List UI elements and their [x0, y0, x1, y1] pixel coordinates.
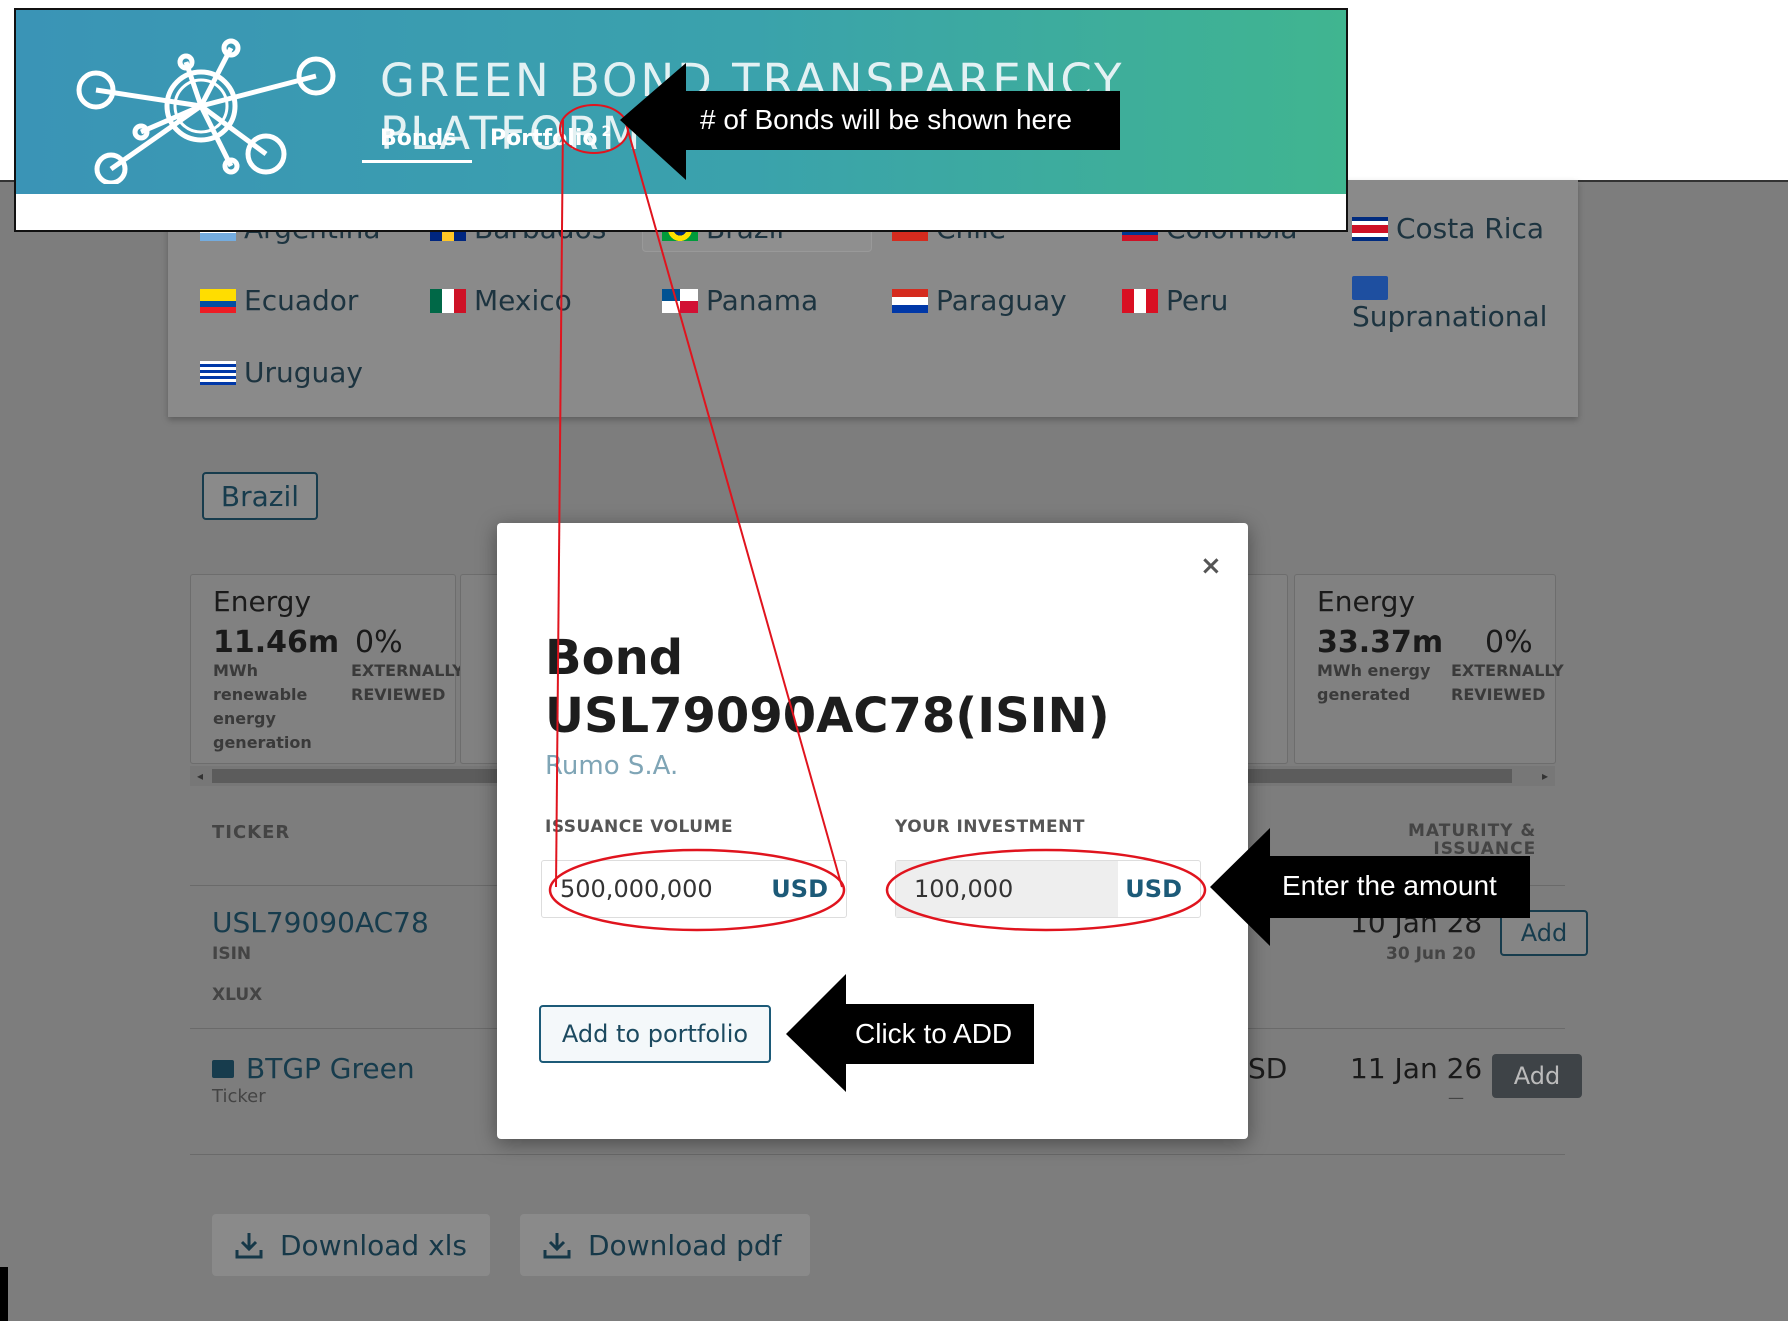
flag-costa-rica-icon	[1352, 216, 1388, 241]
flag-paraguay-icon	[892, 288, 928, 313]
close-icon[interactable]: ×	[1200, 551, 1222, 581]
country-label: Paraguay	[936, 284, 1067, 317]
ticker-label: BTGP Green	[246, 1052, 415, 1085]
download-label: Download pdf	[588, 1228, 782, 1262]
flag-uruguay-icon	[200, 360, 236, 385]
country-label: Ecuador	[244, 284, 359, 317]
issuance-volume-field: 500,000,000 USD	[541, 860, 847, 918]
stat-percent: 0%	[1485, 625, 1533, 660]
ticker-link[interactable]: BTGP Green	[212, 1052, 415, 1085]
stat-percent-label: EXTERNALLY REVIEWED	[351, 661, 464, 704]
download-icon	[235, 1233, 263, 1259]
stat-percent-label: EXTERNALLY REVIEWED	[1451, 661, 1564, 704]
table-divider	[190, 1154, 1565, 1155]
stat-unit: MWh renewable energy generation	[213, 661, 312, 752]
issuance-volume-value: 500,000,000	[560, 875, 713, 903]
country-label: Peru	[1166, 284, 1229, 317]
briefcase-icon	[212, 1059, 234, 1078]
flag-mexico-icon	[430, 288, 466, 313]
country-ecuador[interactable]: Ecuador	[200, 284, 358, 317]
modal-title: Bond USL79090AC78(ISIN)	[545, 629, 1165, 745]
country-label: Mexico	[474, 284, 572, 317]
country-costa-rica[interactable]: Costa Rica	[1352, 212, 1544, 245]
column-header-ticker: TICKER	[212, 822, 291, 843]
ticker-type: Ticker	[212, 1086, 266, 1107]
download-xls-button[interactable]: Download xls	[212, 1214, 490, 1276]
download-icon	[543, 1233, 571, 1259]
stat-card: Energy 11.46m MWh renewable energy gener…	[190, 574, 464, 764]
issuer-name: Rumo S.A.	[545, 751, 679, 781]
stat-unit: MWh energy generated	[1317, 661, 1431, 704]
country-paraguay[interactable]: Paraguay	[892, 284, 1067, 317]
nav-tab-bonds[interactable]: Bonds	[380, 126, 456, 151]
portfolio-count-badge: 2	[601, 124, 612, 140]
flag-panama-icon	[662, 288, 698, 313]
stat-value: 33.37m	[1317, 625, 1444, 660]
add-to-portfolio-button[interactable]: Add to portfolio	[539, 1005, 771, 1063]
country-label: Uruguay	[244, 356, 363, 389]
country-label: Panama	[706, 284, 819, 317]
header-banner: GREEN BOND TRANSPARENCY PLATFORM Bonds P…	[16, 10, 1346, 194]
stat-sector: Energy	[213, 585, 312, 618]
country-supranational[interactable]: Supranational	[1352, 276, 1547, 333]
investment-amount-input[interactable]: 100,000	[896, 861, 1118, 917]
stat-percent: 0%	[355, 625, 403, 660]
download-label: Download xls	[280, 1228, 468, 1262]
country-peru[interactable]: Peru	[1122, 284, 1228, 317]
portfolio-label: Portfolio	[490, 126, 598, 151]
stat-value: 11.46m	[213, 625, 340, 660]
investment-currency: USD	[1125, 875, 1182, 903]
nav-tab-portfolio[interactable]: Portfolio 2	[490, 124, 612, 151]
investment-field: 100,000 USD	[895, 860, 1201, 918]
callout-text-click-add: Click to ADD	[855, 1018, 1013, 1049]
add-bond-button[interactable]: Add	[1492, 1054, 1582, 1098]
country-panama[interactable]: Panama	[662, 284, 818, 317]
add-bond-button[interactable]: Add	[1500, 910, 1588, 956]
investment-value: 100,000	[914, 875, 1014, 903]
network-logo-icon	[76, 38, 336, 184]
issuance-date: 30 Jun 20	[1386, 944, 1476, 964]
country-label: Costa Rica	[1396, 212, 1545, 245]
issuance-date: —	[1448, 1088, 1464, 1107]
country-uruguay[interactable]: Uruguay	[200, 356, 363, 389]
country-mexico[interactable]: Mexico	[430, 284, 572, 317]
stat-card: Energy 33.37m MWh energy generated 0% EX…	[1294, 574, 1564, 764]
callout-text-enter-amount: Enter the amount	[1282, 870, 1497, 901]
investment-label: YOUR INVESTMENT	[895, 817, 1085, 837]
ticker-link[interactable]: USL79090AC78	[212, 906, 429, 939]
corner-artifact	[0, 1267, 8, 1321]
download-pdf-button[interactable]: Download pdf	[520, 1214, 810, 1276]
site-header: GREEN BOND TRANSPARENCY PLATFORM Bonds P…	[14, 8, 1348, 232]
flag-ecuador-icon	[200, 288, 236, 313]
exchange-code: XLUX	[212, 985, 263, 1005]
stat-sector: Energy	[1317, 585, 1416, 618]
column-header-maturity: MATURITY & ISSUANCE	[1408, 821, 1537, 859]
flag-peru-icon	[1122, 288, 1158, 313]
issuance-volume-label: ISSUANCE VOLUME	[545, 817, 734, 837]
selected-country-tag[interactable]: Brazil	[202, 472, 318, 520]
currency-label: SD	[1248, 1052, 1288, 1085]
country-label: Supranational	[1352, 300, 1548, 333]
bond-isin: USL79090AC78(ISIN)	[545, 688, 1110, 744]
modal-title-line: Bond	[545, 630, 684, 686]
maturity-date: 10 Jan 28	[1350, 906, 1483, 939]
scroll-left-icon[interactable]: ◂	[190, 766, 210, 786]
scroll-right-icon[interactable]: ▸	[1535, 766, 1555, 786]
nav-active-underline	[362, 160, 472, 163]
callout-text-bonds-count: # of Bonds will be shown here	[700, 104, 1072, 135]
flag-supranational-icon	[1352, 276, 1388, 300]
maturity-date: 11 Jan 26	[1350, 1052, 1483, 1085]
ticker-type: ISIN	[212, 944, 252, 964]
issuance-currency: USD	[771, 875, 828, 903]
